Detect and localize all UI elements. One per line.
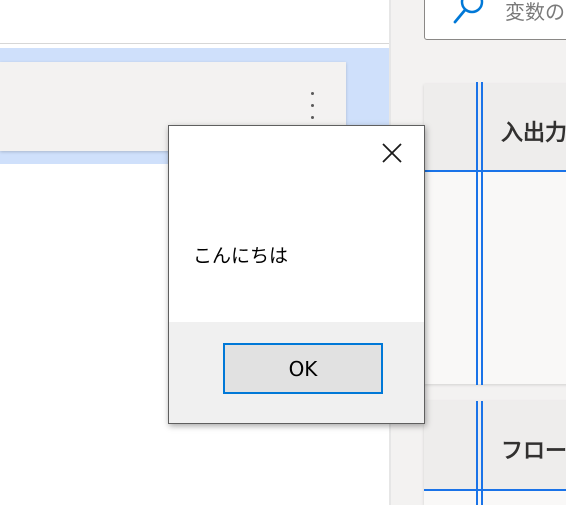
search-placeholder: 変数の <box>505 0 565 24</box>
guide-line-horizontal-2 <box>424 489 566 491</box>
io-variables-title: 入出力 <box>501 121 566 146</box>
flow-variables-title: フロー変 <box>501 439 566 464</box>
ok-button[interactable]: OK <box>223 343 383 394</box>
message-dialog: こんにちは OK <box>168 125 425 424</box>
guide-line-vertical-2 <box>481 82 483 385</box>
more-options-icon[interactable] <box>304 90 320 124</box>
dialog-message: こんにちは <box>193 245 289 267</box>
guide-line-vertical-1 <box>476 82 478 385</box>
search-icon <box>453 0 484 24</box>
canvas-divider <box>0 43 390 44</box>
dialog-footer: OK <box>169 322 424 423</box>
guide-line-horizontal-1 <box>424 170 566 172</box>
close-icon[interactable] <box>371 136 411 172</box>
